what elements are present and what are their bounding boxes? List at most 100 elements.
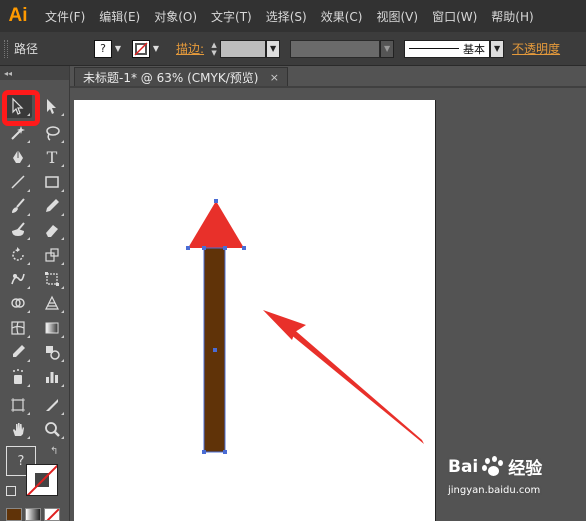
gradient-tool[interactable] [38,316,66,340]
tool-row [4,243,66,267]
color-mode-button[interactable] [6,508,22,521]
rotate-tool[interactable] [4,243,32,267]
none-slash-icon [27,465,57,495]
tool-row: T [4,145,66,169]
pencil-tool[interactable] [38,194,66,218]
menu-object[interactable]: 对象(O) [147,8,204,25]
tool-row [4,170,66,194]
column-graph-tool[interactable] [38,365,66,389]
stroke-weight-input[interactable] [220,39,267,58]
tool-row [4,365,66,389]
mesh-tool[interactable] [4,316,32,340]
artboard-icon [11,398,25,412]
collapse-panel-icon[interactable]: ◂◂ [0,66,69,80]
document-tab-title: 未标题-1* @ 63% (CMYK/预览) [83,71,259,85]
stroke-box[interactable] [26,464,58,496]
artboard-tool[interactable] [4,393,32,417]
direct-selection-tool[interactable] [38,94,66,118]
magic-wand-icon [11,126,25,140]
control-bar: 路径 ? ▼ ▼ 描边: ▲ ▼ ▼ ▼ 基本 ▼ 不透明度 [0,32,586,66]
watermark-logo: Bai 经验 [448,454,582,479]
tool-row [4,267,66,291]
warp-icon [11,273,25,285]
paw-icon [482,455,504,478]
shape-builder-icon [11,298,25,308]
fill-swatch[interactable]: ? [94,39,112,58]
type-tool[interactable]: T [38,145,66,169]
pointer-arrow-annotation [263,310,424,444]
menu-type[interactable]: 文字(T) [204,8,259,25]
tool-row [4,340,66,364]
illustrator-window: Ai 文件(F) 编辑(E) 对象(O) 文字(T) 选择(S) 效果(C) 视… [0,0,586,521]
blob-brush-tool[interactable] [4,218,32,242]
hand-tool[interactable] [4,417,32,441]
warp-tool[interactable] [4,267,32,291]
selection-type-label: 路径 [14,42,39,56]
tool-row [4,291,66,315]
brush-dropdown-icon[interactable]: ▼ [490,39,505,58]
free-transform-tool[interactable] [38,267,66,291]
blend-tool[interactable] [38,340,66,364]
perspective-grid-tool[interactable] [38,291,66,315]
fill-control: ? ▼ [94,39,124,58]
shape-builder-tool[interactable] [4,291,32,315]
pen-icon [13,150,23,163]
eraser-tool[interactable] [38,218,66,242]
scale-icon [45,248,59,262]
zoom-tool[interactable] [38,417,66,441]
line-tool[interactable] [4,170,32,194]
lasso-tool[interactable] [38,121,66,145]
stroke-dropdown-icon[interactable]: ▼ [150,40,162,58]
eraser-icon [46,225,58,237]
document-tab[interactable]: 未标题-1* @ 63% (CMYK/预览) × [74,67,288,87]
stroke-spinner-icon[interactable]: ▲ ▼ [208,40,220,58]
tool-row [4,218,66,242]
paintbrush-tool[interactable] [4,194,32,218]
opacity-label[interactable]: 不透明度 [512,40,560,57]
pencil-icon [46,199,59,212]
variable-width-profile-select[interactable] [290,39,381,58]
fill-dropdown-icon[interactable]: ▼ [112,40,124,58]
menu-window[interactable]: 窗口(W) [425,8,484,25]
pen-tool[interactable] [4,145,32,169]
scale-tool[interactable] [38,243,66,267]
stroke-color-control: ▼ [132,39,162,58]
brush-definition-select[interactable]: 基本 [404,39,491,58]
selection-tool-highlight [2,90,40,126]
tool-row [4,194,66,218]
brush-stroke-preview [409,48,460,49]
default-fill-stroke-icon[interactable] [6,486,16,496]
blob-brush-icon [12,222,25,236]
arrow-head-shape[interactable] [188,201,244,248]
stroke-weight-dropdown-icon[interactable]: ▼ [266,39,281,58]
tool-row [4,393,66,417]
menu-edit[interactable]: 编辑(E) [92,8,147,25]
eyedropper-tool[interactable] [4,340,32,364]
baidu-jingyan-watermark: Bai 经验 jingyan.baidu.com [448,454,582,514]
swap-fill-stroke-icon[interactable]: ↰ [50,446,58,457]
blend-icon [46,346,60,360]
hand-icon [13,423,24,436]
stroke-weight-label[interactable]: 描边: [176,40,204,57]
none-stroke-icon [134,41,148,56]
slice-tool[interactable] [38,393,66,417]
menu-effect[interactable]: 效果(C) [314,8,370,25]
symbol-sprayer-tool[interactable] [4,365,32,389]
none-mode-button[interactable] [44,508,60,521]
menu-view[interactable]: 视图(V) [369,8,425,25]
rectangle-tool[interactable] [38,170,66,194]
watermark-brand-suffix: 经验 [508,459,543,479]
variable-width-dropdown-icon[interactable]: ▼ [380,39,395,58]
watermark-brand: Bai [448,456,479,477]
menu-bar: Ai 文件(F) 编辑(E) 对象(O) 文字(T) 选择(S) 效果(C) 视… [0,0,586,32]
menu-help[interactable]: 帮助(H) [484,8,540,25]
menu-file[interactable]: 文件(F) [38,8,92,25]
close-tab-icon[interactable]: × [270,71,279,84]
stroke-swatch[interactable] [132,39,150,58]
panel-grip-icon[interactable] [4,39,8,58]
brush-definition-label: 基本 [463,42,486,56]
gradient-mode-button[interactable] [25,508,41,521]
app-logo: Ai [8,5,28,26]
free-transform-icon [45,272,59,286]
menu-select[interactable]: 选择(S) [259,8,314,25]
